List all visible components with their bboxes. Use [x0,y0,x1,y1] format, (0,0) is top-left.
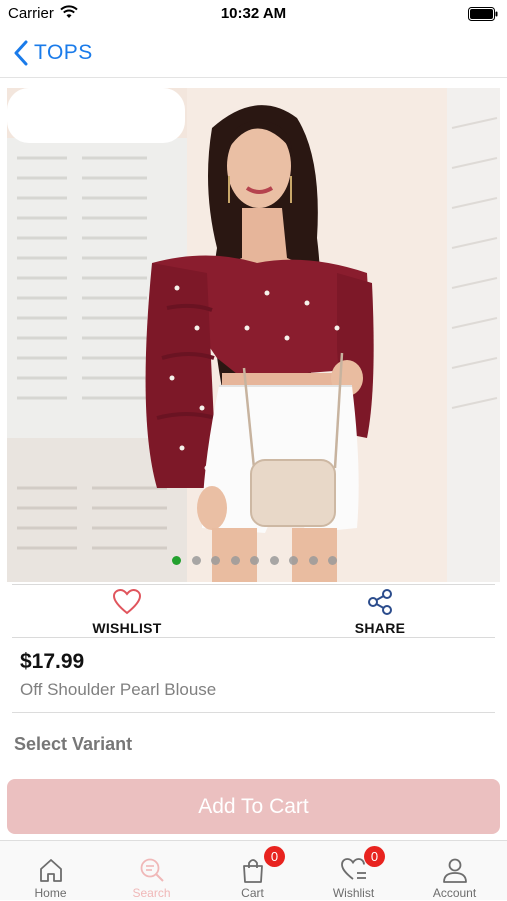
pagination-dot[interactable] [230,556,240,565]
tab-account-label: Account [432,886,477,900]
home-icon [39,859,62,882]
pagination-dot[interactable] [289,556,298,565]
cart-icon [242,859,263,883]
back-button[interactable]: TOPS [12,38,93,68]
pagination-dot[interactable] [328,556,337,565]
pagination-dot[interactable] [191,556,201,565]
tab-search-label: Search [132,886,171,900]
product-price: $17.99 [20,650,85,673]
search-icon [140,858,164,882]
tab-home-label: Home [34,886,67,900]
account-icon [442,858,467,883]
share-button[interactable]: SHARE [300,585,460,637]
battery-icon [468,7,498,21]
wishlist-icon [340,858,366,880]
pagination-dot[interactable] [172,556,181,565]
pagination-dot[interactable] [269,556,279,565]
tab-wishlist-label: Wishlist [332,886,375,900]
product-image-gallery[interactable] [7,88,500,582]
product-photo [7,88,500,582]
chevron-left-icon [14,40,28,66]
gallery-pagination[interactable] [0,556,507,568]
pagination-dot[interactable] [308,556,318,565]
tab-wishlist[interactable]: Wishlist 0 [303,841,404,901]
heart-icon [112,588,142,615]
tab-search[interactable]: Search [101,841,202,901]
pagination-dot[interactable] [211,556,220,565]
tab-cart[interactable]: Cart 0 [202,841,303,901]
tab-cart-label: Cart [241,886,264,900]
share-icon [368,589,392,615]
tab-bar: Home Search Cart 0 Wishlist 0 Account [0,840,507,900]
wishlist-button[interactable]: WISHLIST [47,585,207,637]
select-variant-heading: Select Variant [14,734,133,754]
status-time: 10:32 AM [220,5,287,22]
share-label: SHARE [354,620,406,636]
status-bar: Carrier 10:32 AM [0,0,507,28]
tab-account[interactable]: Account [404,841,505,901]
back-label: TOPS [34,41,93,64]
wishlist-label: WISHLIST [92,620,162,636]
cart-badge: 0 [264,846,285,867]
add-to-cart-button[interactable]: Add To Cart [7,779,500,834]
product-action-row: WISHLIST SHARE [12,584,495,638]
tab-home[interactable]: Home [0,841,101,901]
pagination-dot[interactable] [250,556,259,565]
navigation-bar: TOPS [0,28,507,78]
divider [12,712,495,713]
product-name: Off Shoulder Pearl Blouse [20,680,217,699]
wishlist-badge: 0 [364,846,385,867]
